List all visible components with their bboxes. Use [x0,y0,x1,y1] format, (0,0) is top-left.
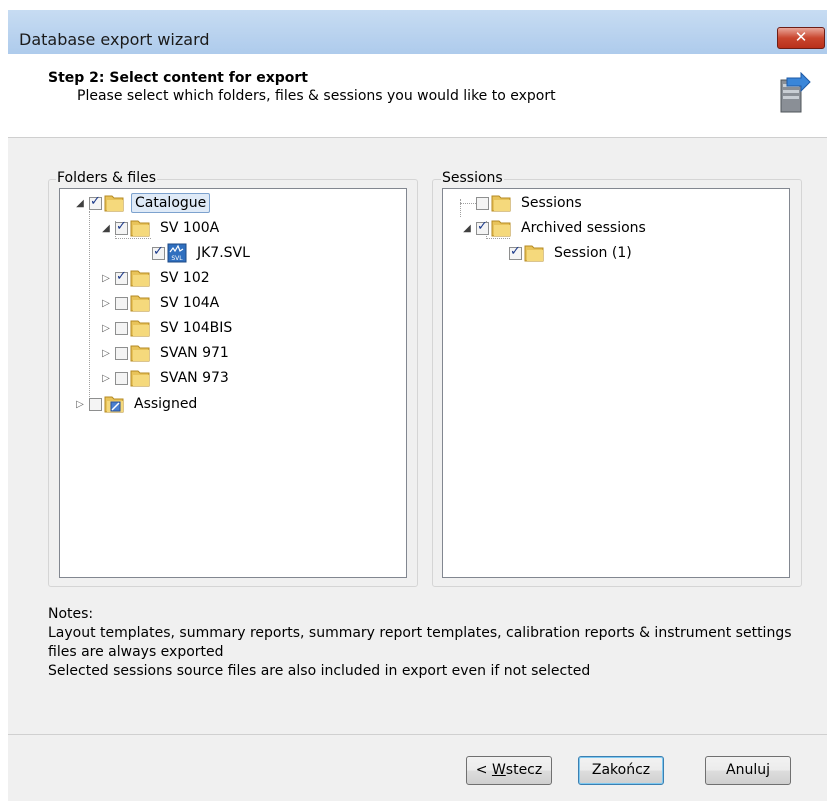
step-description: Please select which folders, files & ses… [77,88,556,104]
folders-group-label: Folders & files [56,170,157,186]
sv-104a-checkbox[interactable] [115,296,128,310]
tree-item-sessions[interactable]: Sessions [476,192,585,214]
collapse-icon[interactable]: ◢ [461,223,473,234]
tree-item-jk7-svl[interactable]: SVL JK7.SVL [152,242,253,264]
expand-icon[interactable]: ▷ [100,323,112,334]
tree-item-label: Archived sessions [521,220,646,236]
tree-item-label: SVAN 971 [160,345,229,361]
tree-item-label: SV 104A [160,295,220,311]
collapse-icon[interactable]: ◢ [100,223,112,234]
tree-item-archived-sessions[interactable]: ◢ Archived sessions [461,217,649,239]
tree-item-catalogue[interactable]: ◢ Catalogue [74,192,211,214]
cancel-button[interactable]: Anuluj [705,756,791,785]
notes-line-2: Selected sessions source files are also … [48,663,591,679]
expand-icon[interactable]: ▷ [74,399,86,410]
expand-icon[interactable]: ▷ [100,373,112,384]
close-button[interactable]: ✕ [777,27,825,49]
tree-item-label: SV 104BIS [160,320,233,336]
back-button[interactable]: < Wstecz [466,756,552,785]
sessions-group-label: Sessions [441,170,504,186]
tree-item-label: Assigned [134,396,198,412]
window-title: Database export wizard [19,30,210,49]
notes-section: Notes: Layout templates, summary reports… [48,605,808,681]
folder-icon [130,295,150,312]
wizard-header: Step 2: Select content for export Please… [8,54,827,138]
tree-item-label: JK7.SVL [197,245,250,261]
tree-item-label: Catalogue [131,193,211,213]
svg-text:SVL: SVL [171,255,183,262]
catalogue-checkbox[interactable] [89,194,102,210]
svl-file-icon: SVL [167,243,187,263]
wizard-window: Database export wizard ✕ Step 2: Select … [8,10,827,801]
assigned-folder-icon [104,396,124,413]
folder-icon [491,195,511,212]
sv-100a-checkbox[interactable] [115,219,128,235]
session-1-checkbox[interactable] [509,244,522,260]
assigned-checkbox[interactable] [89,397,102,411]
folder-icon [130,220,150,237]
step-title: Step 2: Select content for export [48,70,308,86]
tree-item-svan-971[interactable]: ▷ SVAN 971 [100,342,232,364]
expand-icon[interactable]: ▷ [100,298,112,309]
wizard-content: Step 2: Select content for export Please… [8,54,827,801]
back-button-mnemonic: W [491,762,506,778]
svan-971-checkbox[interactable] [115,346,128,360]
tree-item-label: SV 100A [160,220,220,236]
tree-item-label: SVAN 973 [160,370,229,386]
back-button-rest: stecz [505,762,543,778]
notes-line-1: Layout templates, summary reports, summa… [48,625,792,660]
folders-tree[interactable]: ◢ Catalogue ◢ SV 100A SVL JK7.SVL ▷ [59,188,407,578]
title-bar: Database export wizard ✕ [8,10,827,54]
sessions-tree[interactable]: Sessions ◢ Archived sessions Session (1) [442,188,790,578]
svan-973-checkbox[interactable] [115,371,128,385]
folder-icon [130,270,150,287]
expand-icon[interactable]: ▷ [100,348,112,359]
folder-icon [104,195,124,212]
sv-104bis-checkbox[interactable] [115,321,128,335]
folder-icon [491,220,511,237]
database-export-icon [780,72,811,113]
archived-sessions-checkbox[interactable] [476,219,489,235]
finish-button[interactable]: Zakończ [578,756,664,785]
folder-icon [130,345,150,362]
tree-item-svan-973[interactable]: ▷ SVAN 973 [100,367,232,389]
folder-icon [130,370,150,387]
notes-heading: Notes: [48,606,94,622]
tree-item-label: SV 102 [160,270,210,286]
expand-icon[interactable]: ▷ [100,273,112,284]
back-button-prefix: < [475,762,492,778]
tree-item-sv-104bis[interactable]: ▷ SV 104BIS [100,317,235,339]
tree-item-assigned[interactable]: ▷ Assigned [74,393,200,415]
jk7-svl-checkbox[interactable] [152,244,165,260]
tree-item-sv-102[interactable]: ▷ SV 102 [100,267,213,289]
tree-item-sv-100a[interactable]: ◢ SV 100A [100,217,222,239]
tree-item-label: Sessions [521,195,582,211]
sessions-checkbox[interactable] [476,196,489,210]
collapse-icon[interactable]: ◢ [74,198,86,209]
tree-item-sv-104a[interactable]: ▷ SV 104A [100,292,222,314]
footer-separator [8,734,827,735]
folder-icon [130,320,150,337]
tree-item-label: Session (1) [554,245,632,261]
tree-item-session-1[interactable]: Session (1) [509,242,635,264]
sv-102-checkbox[interactable] [115,269,128,285]
folder-icon [524,245,544,262]
